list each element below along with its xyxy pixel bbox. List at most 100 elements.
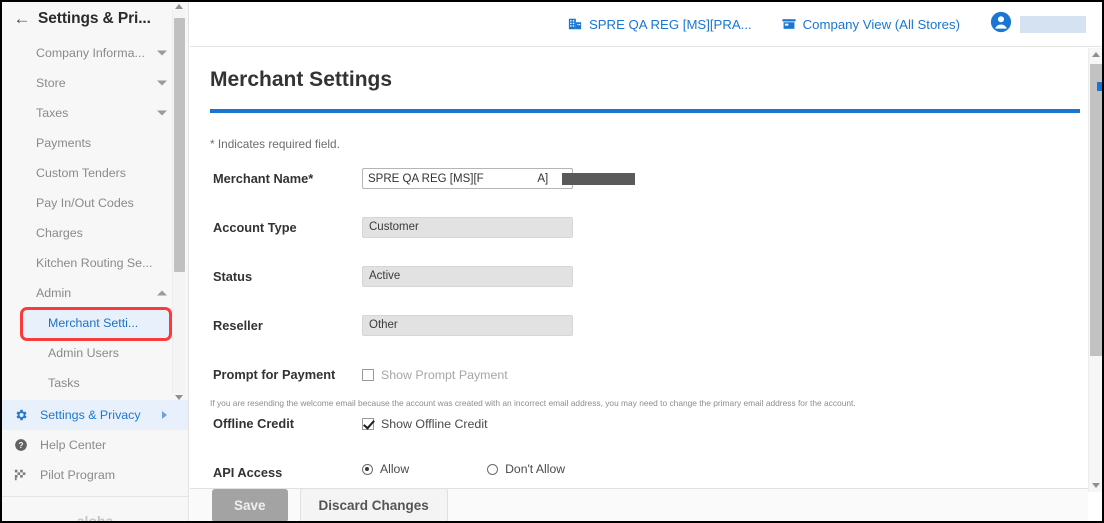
sidebar-scrollbar[interactable] xyxy=(172,4,185,400)
sidebar-item-label: Taxes xyxy=(36,106,69,120)
svg-text:?: ? xyxy=(19,441,24,450)
sidebar-item-label: Admin Users xyxy=(48,346,119,360)
show-prompt-payment-checkbox[interactable] xyxy=(362,368,374,381)
field-label: Status xyxy=(213,269,253,284)
sidebar-item-label: Tasks xyxy=(48,376,80,390)
chevron-right-icon xyxy=(162,411,167,419)
form-action-bar: Save Discard Changes xyxy=(190,487,1088,521)
api-access-allow-label: Allow xyxy=(380,462,410,476)
field-row-merchant-name: Merchant Name* xyxy=(210,168,1080,198)
brand-logo-text: aloha xyxy=(76,513,114,521)
sidebar-item-label: Payments xyxy=(36,136,92,150)
title-underline-rule xyxy=(210,109,1080,113)
sidebar-item-label: Admin xyxy=(36,286,72,300)
api-access-allow-radio[interactable]: Allow xyxy=(362,462,409,476)
top-header-bar: SPRE QA REG [MS][PRA... Company View (Al… xyxy=(190,2,1102,47)
user-avatar-icon xyxy=(990,11,1012,38)
help-circle-icon: ? xyxy=(14,438,32,452)
sidebar-item-custom-tenders[interactable]: Custom Tenders xyxy=(2,158,188,188)
main-scrollbar-thumb[interactable] xyxy=(1090,64,1102,356)
user-name-redacted xyxy=(1020,15,1086,33)
field-label: API Access xyxy=(213,465,283,480)
building-icon xyxy=(568,17,582,31)
save-button[interactable]: Save xyxy=(212,488,288,521)
sidebar-title: Settings & Pri... xyxy=(38,9,151,27)
store-view-selector[interactable]: Company View (All Stores) xyxy=(782,17,960,32)
sidebar-footer-label: Help Center xyxy=(40,438,107,452)
field-label: Offline Credit xyxy=(213,416,295,431)
sidebar: ← Settings & Pri... Company Informa... S… xyxy=(2,2,189,521)
chevron-down-icon xyxy=(157,80,167,86)
merchant-name-input[interactable] xyxy=(362,168,573,189)
radio-dont-allow-icon xyxy=(487,463,499,475)
sidebar-scrollbar-thumb[interactable] xyxy=(174,18,185,272)
sidebar-nav-list: Company Informa... Store Taxes Payments … xyxy=(2,38,188,394)
field-control xyxy=(362,168,635,189)
sidebar-item-admin[interactable]: Admin xyxy=(2,278,188,308)
field-row-api-access: API Access Allow Don't Allow xyxy=(210,462,1080,487)
sidebar-item-help-center[interactable]: ? Help Center xyxy=(2,430,188,460)
page-title: Merchant Settings xyxy=(210,68,393,91)
store-icon xyxy=(782,17,796,31)
sidebar-item-label: Company Informa... xyxy=(36,46,145,60)
discard-changes-button[interactable]: Discard Changes xyxy=(299,487,448,521)
app-window: ← Settings & Pri... Company Informa... S… xyxy=(2,2,1102,521)
chevron-up-icon xyxy=(157,290,167,296)
sidebar-footer-label: Pilot Program xyxy=(40,468,116,482)
sidebar-item-tasks[interactable]: Tasks xyxy=(2,368,188,394)
sidebar-item-settings-privacy[interactable]: Settings & Privacy xyxy=(2,400,188,430)
sidebar-footer: Settings & Privacy ? Help Center Pilot P… xyxy=(2,400,188,490)
scroll-up-arrow-icon[interactable] xyxy=(1091,52,1100,57)
merchant-name-redaction-bar xyxy=(562,173,635,185)
store-view-selector-label: Company View (All Stores) xyxy=(802,16,960,32)
welcome-email-fineprint: If you are resending the welcome email b… xyxy=(210,398,856,408)
sidebar-item-payments[interactable]: Payments xyxy=(2,128,188,158)
sidebar-item-admin-users[interactable]: Admin Users xyxy=(2,338,188,368)
sidebar-item-pay-in-out-codes[interactable]: Pay In/Out Codes xyxy=(2,188,188,218)
field-row-status: Status Active xyxy=(210,266,1080,296)
sidebar-header: ← Settings & Pri... xyxy=(2,2,188,35)
pilot-flag-icon xyxy=(14,468,32,482)
sidebar-item-kitchen-routing-settings[interactable]: Kitchen Routing Se... xyxy=(2,248,188,278)
sidebar-item-merchant-settings[interactable]: Merchant Setti... xyxy=(22,308,179,338)
show-offline-credit-label: Show Offline Credit xyxy=(381,416,488,431)
field-row-reseller: Reseller Other xyxy=(210,315,1080,345)
sidebar-item-label: Charges xyxy=(36,226,83,240)
user-menu[interactable] xyxy=(990,11,1086,38)
show-offline-credit-checkbox[interactable] xyxy=(362,417,374,430)
reseller-value: Other xyxy=(362,315,573,336)
api-access-dont-allow-radio[interactable]: Don't Allow xyxy=(487,462,565,476)
field-label: Merchant Name* xyxy=(213,171,314,186)
field-label: Prompt for Payment xyxy=(213,367,336,382)
sidebar-item-store[interactable]: Store xyxy=(2,68,188,98)
sidebar-footer-label: Settings & Privacy xyxy=(40,408,141,422)
sidebar-item-company-information[interactable]: Company Informa... xyxy=(2,38,188,68)
radio-allow-icon xyxy=(362,463,373,475)
status-value: Active xyxy=(362,266,573,287)
sidebar-item-pilot-program[interactable]: Pilot Program xyxy=(2,460,188,490)
field-row-account-type: Account Type Customer xyxy=(210,217,1080,247)
scroll-up-arrow-icon[interactable] xyxy=(175,4,183,9)
sidebar-item-label: Kitchen Routing Se... xyxy=(36,256,153,270)
company-selector[interactable]: SPRE QA REG [MS][PRA... xyxy=(568,17,752,32)
field-row-offline-credit: Offline Credit Show Offline Credit xyxy=(210,413,1080,443)
back-arrow-icon[interactable]: ← xyxy=(12,9,32,29)
company-selector-label: SPRE QA REG [MS][PRA... xyxy=(588,16,752,32)
field-label: Account Type xyxy=(213,220,297,235)
required-field-note: * Indicates required field. xyxy=(210,137,340,151)
sidebar-item-label: Store xyxy=(36,76,66,90)
main-content: Merchant Settings * Indicates required f… xyxy=(190,48,1102,487)
sidebar-item-taxes[interactable]: Taxes xyxy=(2,98,188,128)
account-type-value: Customer xyxy=(362,217,573,238)
scroll-down-arrow-icon[interactable] xyxy=(1091,483,1100,488)
brand-logo: aloha xyxy=(2,496,188,521)
main-scrollbar[interactable] xyxy=(1088,48,1102,492)
sidebar-item-label: Pay In/Out Codes xyxy=(36,196,134,210)
field-row-prompt-for-payment: Prompt for Payment Show Prompt Payment xyxy=(210,364,1080,394)
field-label: Reseller xyxy=(213,318,263,333)
show-prompt-payment-label: Show Prompt Payment xyxy=(381,367,508,382)
gear-icon xyxy=(14,408,32,422)
sidebar-item-charges[interactable]: Charges xyxy=(2,218,188,248)
scroll-position-marker xyxy=(1097,82,1102,91)
chevron-down-icon xyxy=(157,110,167,116)
